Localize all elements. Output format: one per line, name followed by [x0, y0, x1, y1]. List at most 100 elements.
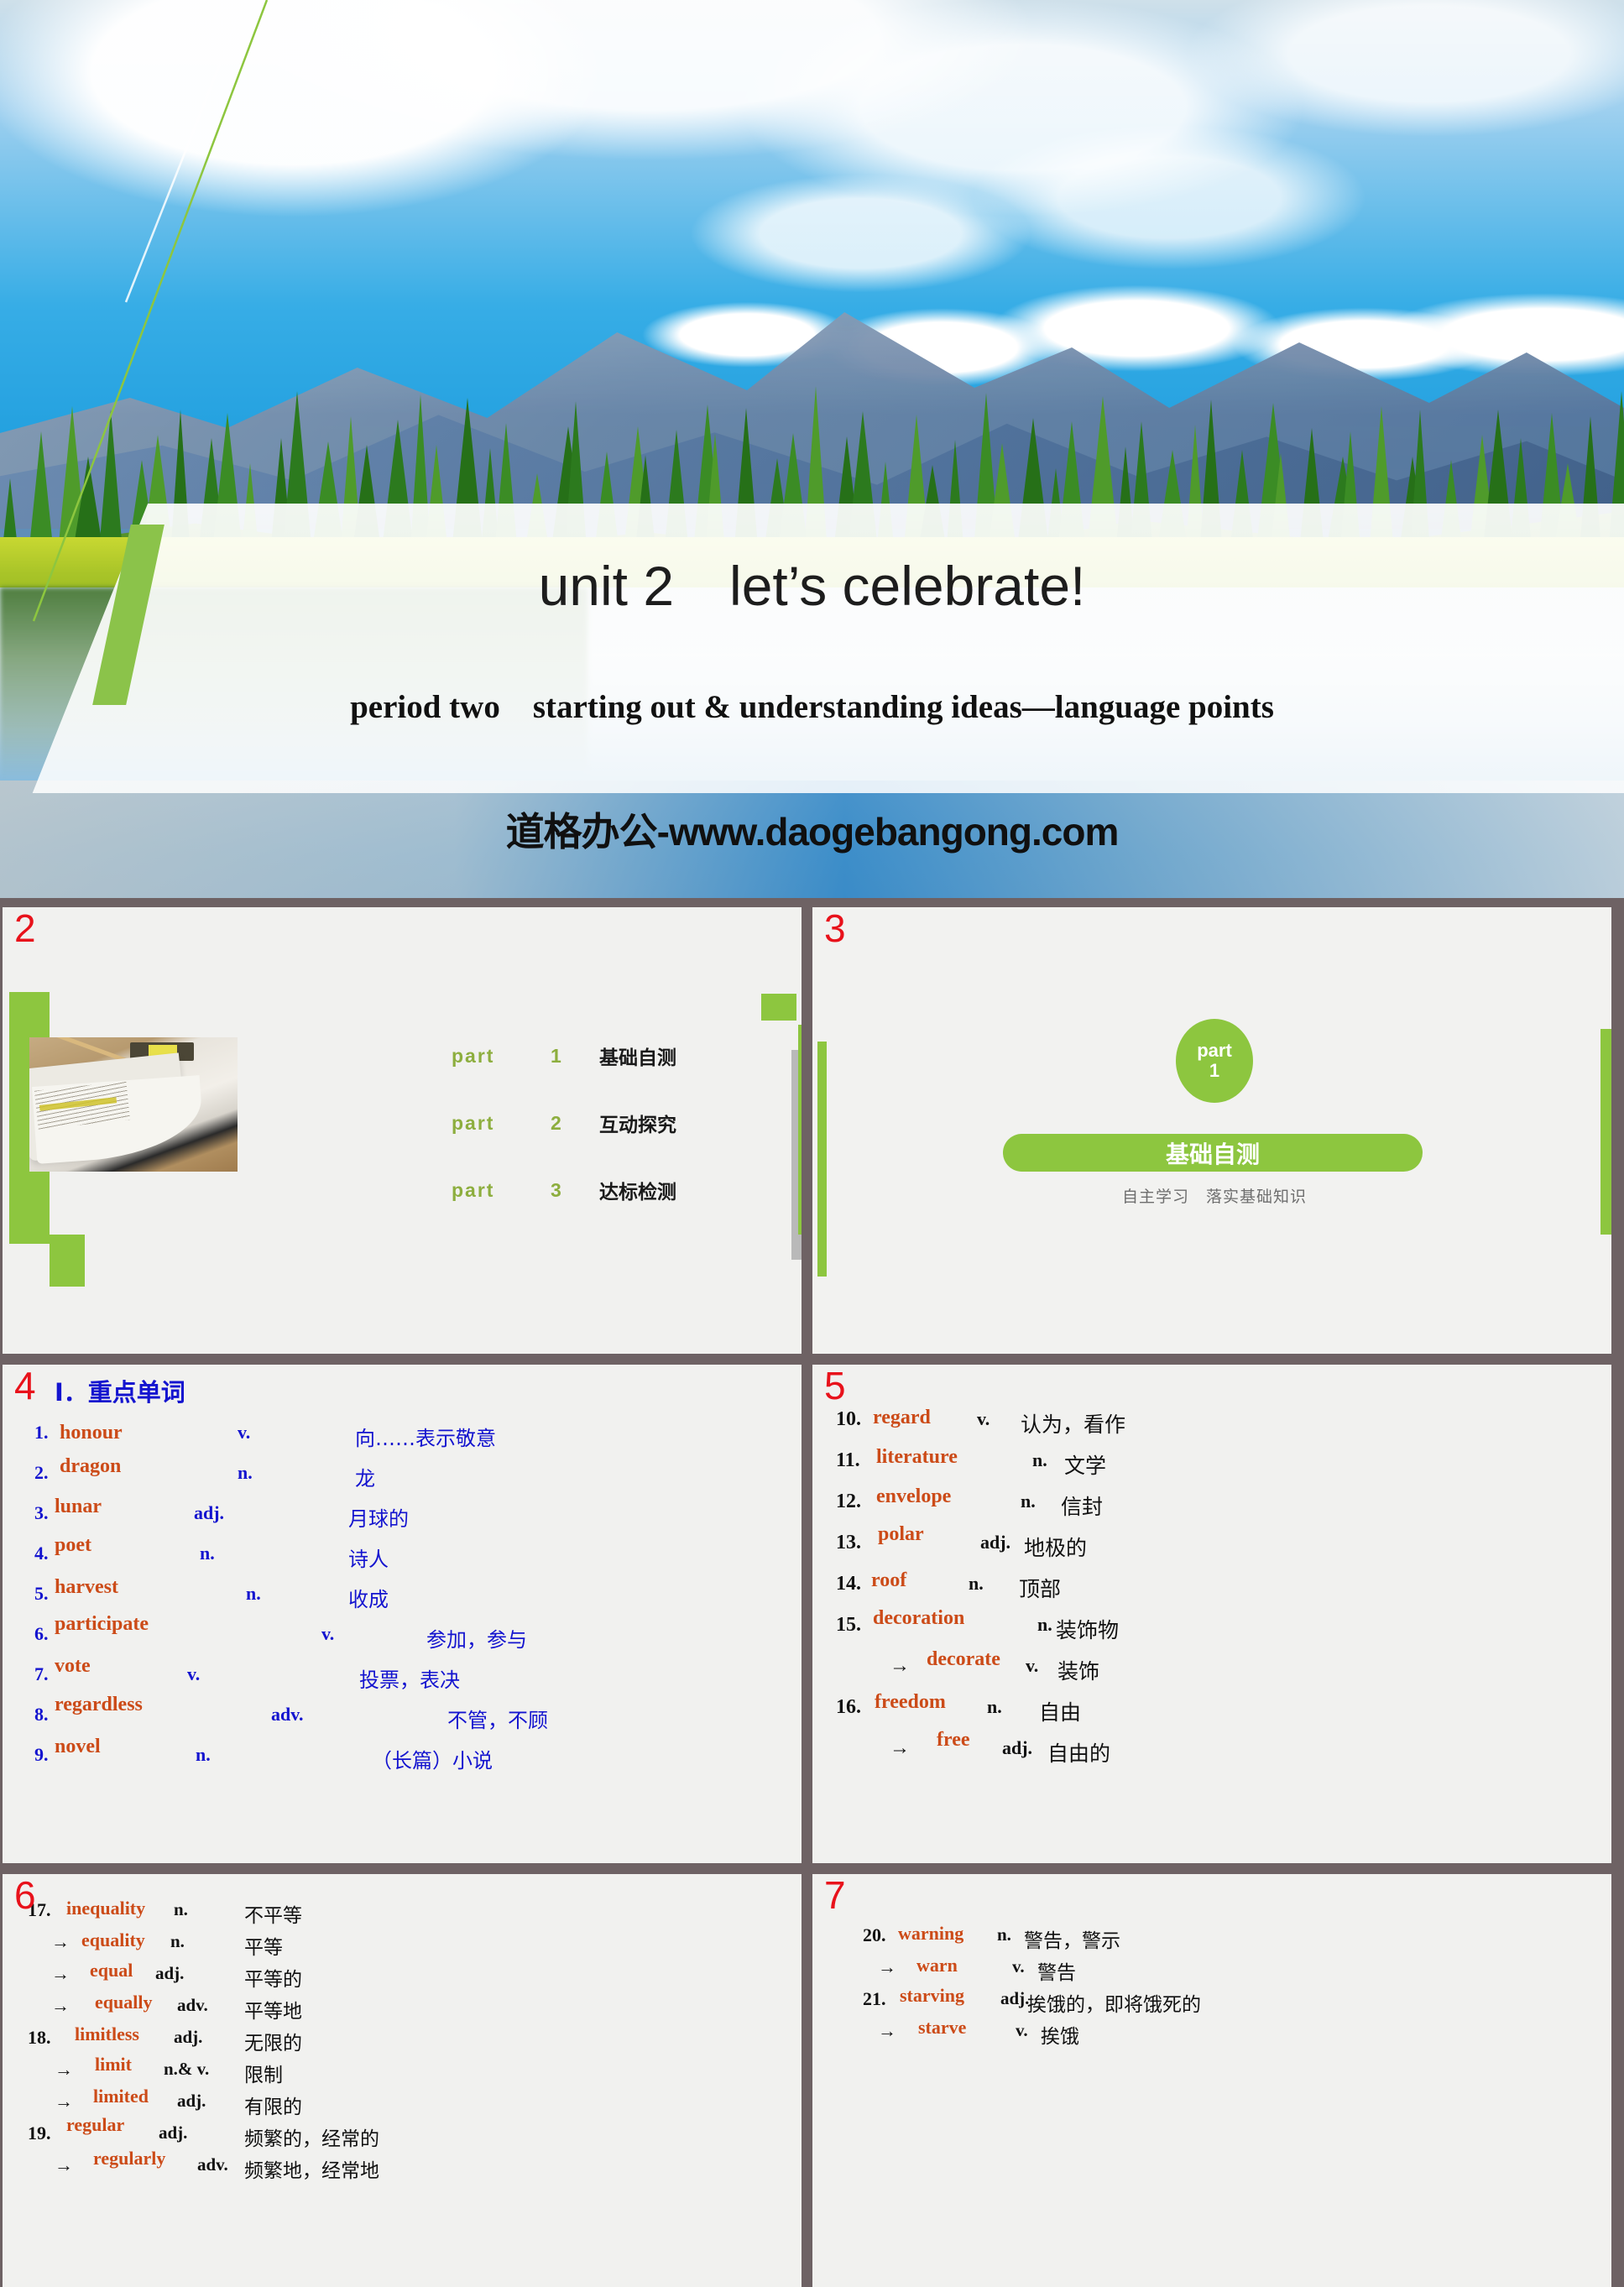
- vocab-number: →: [890, 1655, 910, 1677]
- vocab-word: regard: [873, 1407, 931, 1428]
- vocab-part-of-speech: adj.: [155, 1963, 185, 1983]
- slide-3-number: 3: [824, 906, 846, 950]
- vocab-number: →: [878, 2020, 896, 2041]
- vocab-meaning: 顶部: [1019, 1577, 1062, 1601]
- part-index: 1: [551, 1044, 561, 1067]
- vocab-meaning: 无限的: [244, 2033, 302, 2055]
- list-item[interactable]: part 2 互动探究: [452, 1109, 676, 1137]
- vocab-word: free: [937, 1729, 970, 1751]
- vocab-number: 18.: [28, 2027, 51, 2048]
- part-title: 基础自测: [599, 1047, 676, 1069]
- slide-row-2: 4 Ⅰ．重点单词 1. honour v. 向……表示敬意 2. dragon n. 龙 3. l…: [0, 1362, 1624, 1866]
- vocab-number: 4.: [34, 1543, 49, 1564]
- watermark-text: 道格办公-www.daogebangong.com: [505, 810, 1120, 854]
- section-caption: 自主学习 落实基础知识: [1121, 1188, 1307, 1206]
- open-book-photo: [29, 1037, 238, 1172]
- section-title-pill: 基础自测: [1003, 1134, 1423, 1172]
- list-item[interactable]: part 1 基础自测: [452, 1042, 676, 1070]
- slide-6[interactable]: 6 17. inequality n. 不平等 → equality n. 平等 → equal a…: [0, 1872, 804, 2287]
- vocab-part-of-speech: n.: [174, 1899, 188, 1919]
- vocab-list-4: 1. honour v. 向……表示敬意 2. dragon n. 龙 3. lunar adj. 月…: [3, 1365, 802, 1863]
- vocab-meaning: （长篇）小说: [372, 1749, 493, 1773]
- vocab-part-of-speech: adj.: [159, 2123, 188, 2143]
- page-subtitle: period two starting out & understanding …: [350, 689, 1274, 725]
- vocab-meaning: 认为，看作: [1021, 1412, 1126, 1437]
- title-white-panel: [32, 504, 1624, 793]
- vocab-meaning: 投票，表决: [359, 1668, 460, 1692]
- vocab-list-6: 17. inequality n. 不平等 → equality n. 平等 → equal adj…: [3, 1874, 802, 2287]
- vocab-part-of-speech: v.: [1026, 1655, 1039, 1676]
- vocab-word: dragon: [60, 1455, 122, 1477]
- vocab-word: roof: [871, 1569, 907, 1591]
- vocab-part-of-speech: adj.: [194, 1502, 225, 1523]
- pine-tree: [99, 410, 123, 551]
- part-badge: part 1: [1176, 1019, 1253, 1103]
- vocab-part-of-speech: n.: [969, 1573, 984, 1594]
- green-square-bottom: [50, 1235, 85, 1287]
- part-label: part: [452, 1111, 495, 1134]
- vocab-meaning: 平等的: [244, 1969, 302, 1991]
- part-index: 3: [551, 1178, 561, 1201]
- vocab-word: harvest: [55, 1576, 118, 1598]
- slide-4[interactable]: 4 Ⅰ．重点单词 1. honour v. 向……表示敬意 2. dragon n. 龙 3. l…: [0, 1362, 804, 1866]
- vocab-part-of-speech: v.: [1012, 1956, 1025, 1976]
- vocab-number: 12.: [836, 1491, 861, 1512]
- vocab-word: limitless: [75, 2023, 139, 2044]
- vocab-part-of-speech: v.: [1016, 2020, 1028, 2040]
- vocab-meaning: 诗人: [348, 1548, 389, 1571]
- vocab-part-of-speech: adj.: [177, 2091, 206, 2111]
- pine-tree: [29, 431, 54, 555]
- vocab-number: 19.: [28, 2123, 51, 2143]
- slide-grid: 2 part 1 基础自测 part 2 互动探究 part 3 达标检测 3 …: [0, 905, 1624, 2287]
- vocab-word: novel: [55, 1736, 101, 1757]
- vocab-part-of-speech: v.: [321, 1623, 335, 1644]
- vocab-word: vote: [55, 1655, 91, 1677]
- vocab-number: 5.: [34, 1583, 49, 1604]
- vocab-number: 20.: [863, 1924, 886, 1945]
- vocab-part-of-speech: adv.: [271, 1704, 304, 1725]
- vocab-part-of-speech: n.: [196, 1744, 211, 1765]
- green-bar-left: [817, 1042, 827, 1277]
- vocab-list-7: 20. warning n. 警告，警示 → warn v. 警告 21. starving adj…: [812, 1874, 1611, 2287]
- vocab-word: decoration: [873, 1607, 965, 1629]
- list-item[interactable]: part 3 达标检测: [452, 1176, 676, 1204]
- vocab-meaning: 平等: [244, 1937, 283, 1959]
- vocab-part-of-speech: n.: [1037, 1614, 1052, 1635]
- vocab-number: →: [55, 2091, 73, 2112]
- vocab-number: 14.: [836, 1573, 861, 1595]
- vocab-meaning: 挨饿: [1041, 2026, 1079, 2048]
- slide-row-1: 2 part 1 基础自测 part 2 互动探究 part 3 达标检测 3 …: [0, 905, 1624, 1356]
- vocab-meaning: 参加，参与: [426, 1628, 527, 1652]
- vocab-part-of-speech: adv.: [197, 2154, 228, 2175]
- slide-4-number: 4: [14, 1364, 36, 1407]
- part-label: part: [452, 1178, 495, 1201]
- vocab-word: warning: [898, 1923, 964, 1944]
- vocab-number: →: [51, 1931, 70, 1952]
- vocab-part-of-speech: v.: [187, 1663, 201, 1684]
- vocab-part-of-speech: adv.: [177, 1995, 208, 2015]
- slide-2[interactable]: 2 part 1 基础自测 part 2 互动探究 part 3 达标检测: [0, 905, 804, 1356]
- agenda-list: part 1 基础自测 part 2 互动探究 part 3 达标检测: [452, 1042, 676, 1243]
- vocab-meaning: 频繁的，经常的: [244, 2128, 379, 2150]
- vocab-word: warn: [916, 1955, 958, 1976]
- slide-3[interactable]: 3 part 1 基础自测 自主学习 落实基础知识: [810, 905, 1614, 1356]
- vocab-meaning: 月球的: [348, 1507, 409, 1531]
- slide-7[interactable]: 7 20. warning n. 警告，警示 → warn v. 警告 21. starving a…: [810, 1872, 1614, 2287]
- vocab-word: polar: [878, 1523, 924, 1545]
- vocab-part-of-speech: adj.: [174, 2027, 203, 2047]
- vocab-meaning: 平等地: [244, 2001, 302, 2023]
- vocab-word: envelope: [876, 1486, 952, 1507]
- vocab-word: starving: [900, 1985, 964, 2006]
- vocab-part-of-speech: n.: [1021, 1491, 1036, 1512]
- vocab-part-of-speech: v.: [238, 1422, 251, 1443]
- vocab-word: regardless: [55, 1694, 143, 1715]
- vocab-word: poet: [55, 1534, 91, 1556]
- vocab-meaning: 龙: [355, 1467, 375, 1491]
- vocab-number: →: [55, 2154, 73, 2175]
- vocab-number: 9.: [34, 1744, 49, 1765]
- vocab-part-of-speech: adj.: [1000, 1988, 1030, 2008]
- slide-5[interactable]: 5 10. regard v. 认为，看作 11. literature n. 文学 12. en…: [810, 1362, 1614, 1866]
- vocab-number: 8.: [34, 1704, 49, 1725]
- vocab-part-of-speech: n.: [200, 1543, 215, 1564]
- vocab-number: 6.: [34, 1623, 49, 1644]
